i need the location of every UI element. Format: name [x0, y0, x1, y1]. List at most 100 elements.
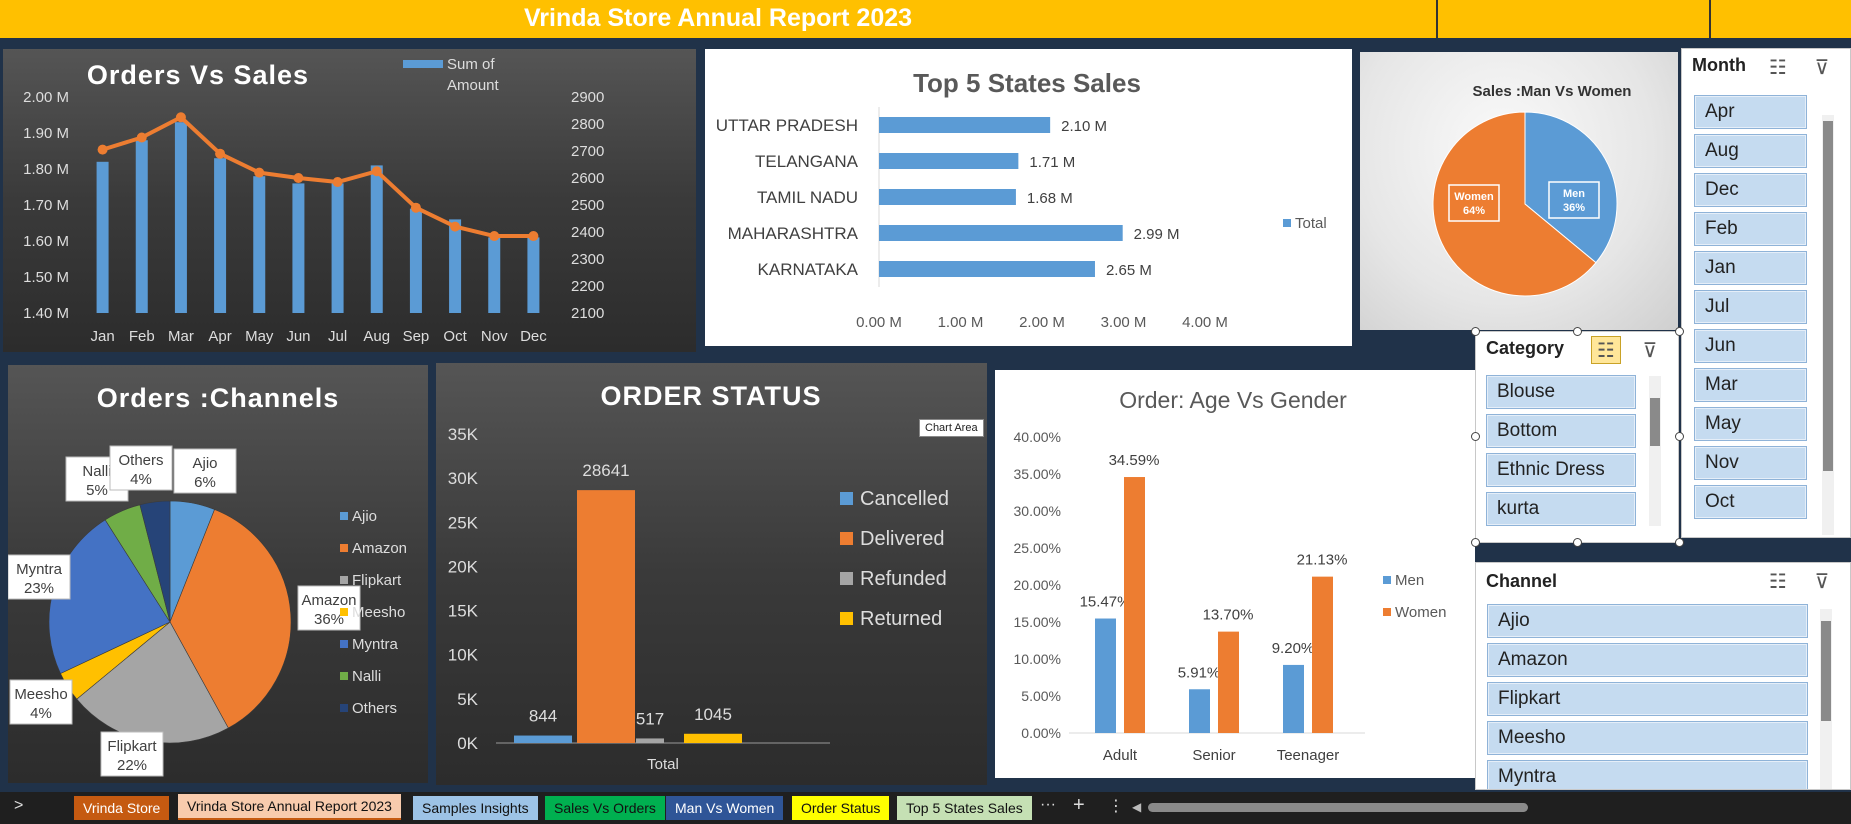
resize-handle[interactable] — [1471, 432, 1480, 441]
channel-scroll-thumb[interactable] — [1821, 621, 1831, 721]
category-slicer-item[interactable]: Ethnic Dress — [1486, 453, 1636, 487]
resize-handle[interactable] — [1675, 538, 1684, 547]
pie-pct: 36% — [1563, 202, 1585, 214]
man-vs-women-chart[interactable]: Sales :Man Vs Women Men 36% Women 64% — [1360, 52, 1678, 330]
top-states-svg: Top 5 States Sales Total UTTAR PRADESH 2.… — [716, 68, 1327, 331]
month-slicer-item[interactable]: Jun — [1694, 329, 1807, 363]
order-status-chart[interactable]: ORDER STATUS 35K 30K 25K 20K 15K 10K 5K 0K 844 Ca… — [436, 363, 987, 785]
resize-handle[interactable] — [1471, 327, 1480, 336]
legend-label-total: Total — [1295, 215, 1327, 232]
pie-pct: 5% — [86, 482, 108, 499]
x-axis-tick: 0.00 M — [856, 314, 902, 331]
month-slicer-item[interactable]: Nov — [1694, 446, 1807, 480]
month-slicer-item[interactable]: Oct — [1694, 485, 1807, 519]
add-sheet-icon[interactable]: + — [1073, 794, 1085, 817]
sheet-tab[interactable]: Samples Insights — [413, 796, 538, 820]
chart-area-tooltip: Chart Area — [919, 419, 984, 437]
month-slicer-item[interactable]: Aug — [1694, 134, 1807, 168]
channel-slicer-item[interactable]: Meesho — [1487, 721, 1808, 755]
legend-swatch — [840, 492, 853, 505]
channel-slicer[interactable]: Channel ☷ ⊽ Ajio Amazon Flipkart Meesho Mynt… — [1475, 562, 1851, 790]
channel-slicer-item[interactable]: Amazon — [1487, 643, 1808, 677]
month-slicer-item[interactable]: May — [1694, 407, 1807, 441]
category-slicer-item[interactable]: kurta — [1486, 492, 1636, 526]
orders-vs-sales-chart[interactable]: Orders Vs Sales Sum of Amount 2.00 M 1.90… — [3, 49, 696, 352]
legend-swatch — [840, 532, 853, 545]
age-gender-bar — [1189, 689, 1210, 733]
pie-label: Ajio — [192, 455, 217, 472]
month-tick: Aug — [363, 328, 390, 345]
orders-point — [215, 148, 226, 159]
resize-handle[interactable] — [1573, 538, 1582, 547]
month-tick: Nov — [481, 328, 508, 345]
month-slicer-item[interactable]: Mar — [1694, 368, 1807, 402]
orders-point — [175, 112, 186, 123]
resize-handle[interactable] — [1675, 327, 1684, 336]
category-slicer[interactable]: Category ☷ ⊽ Blouse Bottom Ethnic Dress kur… — [1475, 331, 1679, 543]
clear-filter-icon[interactable]: ⊽ — [1635, 336, 1665, 364]
category-slicer-item[interactable]: Blouse — [1486, 375, 1636, 409]
man-women-svg: Sales :Man Vs Women Men 36% Women 64% — [1432, 83, 1631, 297]
channel-slicer-item[interactable]: Myntra — [1487, 760, 1808, 789]
horizontal-scrollbar[interactable] — [1148, 803, 1528, 812]
orders-channels-svg: Orders :Channels Ajio 6% Amazon 36% Flipkart… — [8, 383, 407, 777]
channel-scrollbar[interactable] — [1820, 609, 1832, 789]
clear-filter-icon[interactable]: ⊽ — [1807, 567, 1837, 595]
month-scrollbar[interactable] — [1822, 115, 1834, 535]
age-gender-value-label: 34.59% — [1109, 452, 1160, 469]
month-slicer-item[interactable]: Apr — [1694, 95, 1807, 129]
month-tick: Mar — [168, 328, 194, 345]
category-scrollbar[interactable] — [1649, 376, 1661, 526]
sheet-tab[interactable]: Top 5 States Sales — [897, 796, 1032, 820]
clear-filter-icon[interactable]: ⊽ — [1807, 53, 1837, 81]
resize-handle[interactable] — [1573, 327, 1582, 336]
legend-label: Nalli — [352, 668, 381, 685]
legend-swatch — [340, 672, 348, 680]
sheet-menu-icon[interactable]: ⋮ — [1108, 796, 1124, 816]
scroll-left-icon[interactable]: ◀ — [1132, 800, 1141, 814]
month-slicer[interactable]: Month ☷ ⊽ Apr Aug Dec Feb Jan Jul Jun Mar May Nov… — [1681, 48, 1851, 538]
resize-handle[interactable] — [1675, 432, 1684, 441]
month-slicer-item[interactable]: Dec — [1694, 173, 1807, 207]
sheet-tab[interactable]: Vrinda Store — [74, 796, 170, 820]
x-axis-tick: 3.00 M — [1101, 314, 1147, 331]
category-slicer-item[interactable]: Bottom — [1486, 414, 1636, 448]
sheet-tab[interactable]: Vrinda Store Annual Report 2023 — [178, 794, 401, 820]
more-tabs-icon[interactable]: ··· — [1040, 796, 1056, 814]
channel-slicer-item[interactable]: Flipkart — [1487, 682, 1808, 716]
month-tick: Oct — [443, 328, 467, 345]
status-value-label: 28641 — [582, 461, 629, 480]
month-scroll-thumb[interactable] — [1823, 121, 1833, 471]
category-slicer-header: Category — [1486, 338, 1565, 358]
multi-select-icon[interactable]: ☷ — [1591, 336, 1621, 364]
channel-slicer-item[interactable]: Ajio — [1487, 604, 1808, 638]
month-slicer-item[interactable]: Jan — [1694, 251, 1807, 285]
sheet-tab[interactable]: Man Vs Women — [666, 796, 784, 820]
status-bar — [684, 733, 742, 743]
category-scroll-thumb[interactable] — [1650, 398, 1660, 446]
legend-swatch — [340, 512, 348, 520]
legend-label: Women — [1395, 604, 1446, 621]
orders-channels-chart[interactable]: Orders :Channels Ajio 6% Amazon 36% Flipkart… — [8, 365, 428, 783]
sheet-tab[interactable]: Order Status — [792, 796, 890, 820]
multi-select-icon[interactable]: ☷ — [1763, 53, 1793, 81]
left-axis-tick: 1.40 M — [23, 305, 69, 322]
left-axis-tick: 1.70 M — [23, 197, 69, 214]
right-axis-tick: 2200 — [571, 278, 604, 295]
age-vs-gender-chart[interactable]: Order: Age Vs Gender 40.00% 35.00% 30.00% 2… — [995, 370, 1475, 778]
month-slicer-item[interactable]: Jul — [1694, 290, 1807, 324]
sheet-tab[interactable]: Sales Vs Orders — [545, 796, 665, 820]
category-tick: Senior — [1192, 747, 1235, 764]
legend-label: Men — [1395, 572, 1424, 589]
tab-scroll-prev[interactable]: > — [14, 797, 23, 815]
orders-point — [410, 202, 421, 213]
legend-label: Flipkart — [352, 572, 402, 589]
right-axis-tick: 2600 — [571, 170, 604, 187]
multi-select-icon[interactable]: ☷ — [1763, 567, 1793, 595]
month-slicer-item[interactable]: Feb — [1694, 212, 1807, 246]
top-states-chart[interactable]: Top 5 States Sales Total UTTAR PRADESH 2.… — [705, 49, 1352, 346]
resize-handle[interactable] — [1471, 538, 1480, 547]
state-bar — [879, 189, 1016, 205]
month-tick: Sep — [403, 328, 430, 345]
top-states-title: Top 5 States Sales — [913, 68, 1141, 98]
